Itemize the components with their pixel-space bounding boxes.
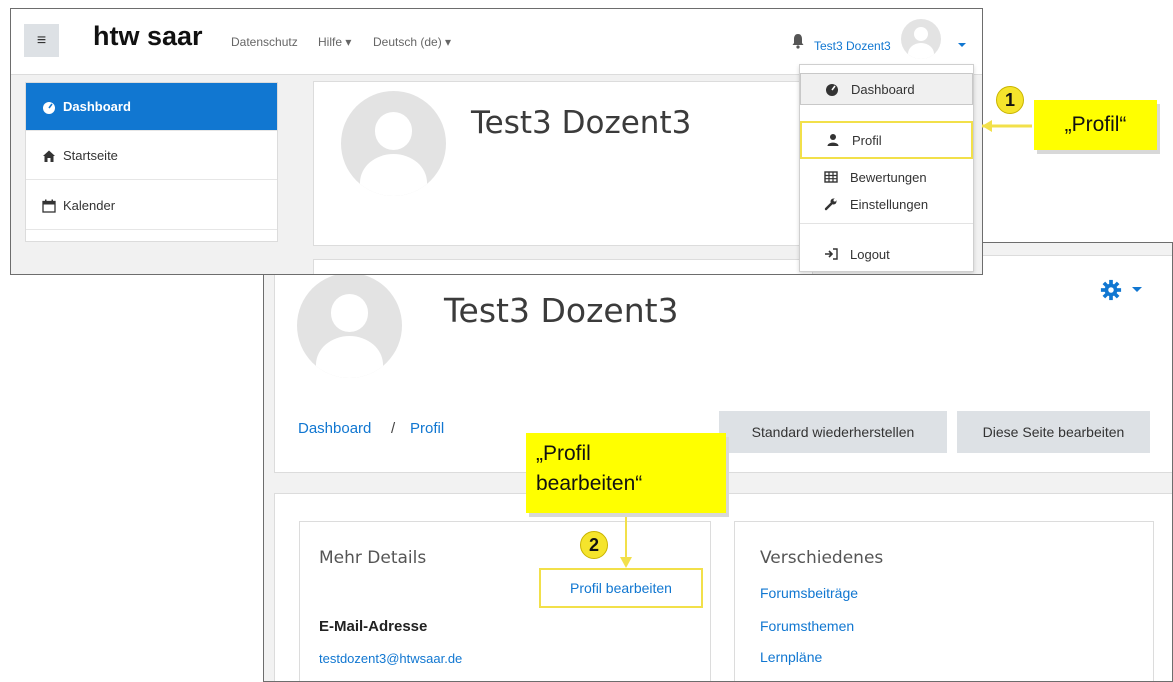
sidebar-item-startseite[interactable]: Startseite bbox=[26, 132, 277, 180]
sidebar-item-label: Startseite bbox=[63, 148, 118, 163]
dashboard-icon bbox=[43, 101, 55, 114]
calendar-icon bbox=[42, 199, 56, 213]
chevron-down-icon[interactable] bbox=[958, 43, 966, 47]
breadcrumb-dashboard[interactable]: Dashboard bbox=[298, 420, 371, 437]
bell-icon[interactable] bbox=[791, 33, 805, 49]
menu-item-einstellungen[interactable]: Einstellungen bbox=[800, 191, 973, 217]
chevron-down-icon[interactable] bbox=[1132, 287, 1142, 292]
callout-line-2: bearbeiten“ bbox=[536, 472, 643, 495]
gear-icon[interactable] bbox=[1100, 279, 1122, 301]
sidebar-item-label: Kalender bbox=[63, 198, 116, 213]
step-2-badge: 2 bbox=[580, 531, 608, 559]
main-card bbox=[313, 259, 813, 274]
home-icon bbox=[43, 150, 55, 162]
brand-logo[interactable]: htw saar bbox=[93, 21, 203, 52]
dashboard-window: ≡ htw saar Datenschutz Hilfe ▾ Deutsch (… bbox=[10, 8, 983, 275]
nav-privacy-link[interactable]: Datenschutz bbox=[231, 35, 298, 49]
main-user-name: Test3 Dozent3 bbox=[471, 105, 692, 141]
sidebar-item-label: Dashboard bbox=[63, 99, 131, 114]
learning-plans-link[interactable]: Lernpläne bbox=[760, 649, 822, 665]
callout-profil: „Profil“ bbox=[1034, 100, 1157, 150]
dashboard-icon bbox=[826, 84, 838, 96]
sidebar-item-dashboard[interactable]: Dashboard bbox=[26, 83, 277, 131]
edit-page-button[interactable]: Diese Seite bearbeiten bbox=[957, 411, 1150, 453]
menu-item-label: Einstellungen bbox=[850, 196, 929, 212]
hamburger-icon[interactable]: ≡ bbox=[24, 24, 59, 57]
breadcrumb-separator: / bbox=[391, 420, 396, 437]
user-icon bbox=[827, 134, 839, 146]
sidebar-item-kalender[interactable]: Kalender bbox=[26, 182, 277, 230]
forum-topics-link[interactable]: Forumsthemen bbox=[760, 618, 854, 634]
misc-title: Verschiedenes bbox=[760, 548, 884, 568]
nav-help-menu[interactable]: Hilfe ▾ bbox=[318, 35, 351, 49]
avatar[interactable] bbox=[901, 19, 941, 59]
forum-posts-link[interactable]: Forumsbeiträge bbox=[760, 585, 858, 601]
menu-item-label: Dashboard bbox=[851, 81, 915, 97]
callout-profil-bearbeiten: „Profil bearbeiten“ bbox=[526, 433, 726, 513]
main-avatar bbox=[341, 91, 446, 196]
grid-icon bbox=[824, 171, 838, 183]
step-1-badge: 1 bbox=[996, 86, 1024, 114]
email-label: E-Mail-Adresse bbox=[319, 618, 428, 635]
menu-item-bewertungen[interactable]: Bewertungen bbox=[800, 164, 973, 190]
menu-item-label: Logout bbox=[850, 246, 890, 262]
menu-divider bbox=[800, 223, 973, 224]
nav-language-menu[interactable]: Deutsch (de) ▾ bbox=[373, 35, 451, 49]
menu-item-label: Profil bbox=[852, 132, 882, 148]
profile-name: Test3 Dozent3 bbox=[444, 291, 679, 330]
callout-line-1: „Profil bbox=[536, 442, 591, 465]
sidebar: Dashboard Startseite Kalender bbox=[25, 82, 278, 242]
edit-profile-link[interactable]: Profil bearbeiten bbox=[539, 568, 703, 608]
reset-default-button[interactable]: Standard wiederherstellen bbox=[719, 411, 947, 453]
menu-item-profil[interactable]: Profil bbox=[800, 121, 973, 159]
wrench-icon bbox=[824, 198, 837, 211]
menu-item-label: Bewertungen bbox=[850, 169, 927, 185]
menu-item-dashboard[interactable]: Dashboard bbox=[800, 73, 973, 105]
user-menu-name[interactable]: Test3 Dozent3 bbox=[814, 39, 891, 53]
profile-avatar bbox=[297, 273, 402, 378]
details-title: Mehr Details bbox=[319, 548, 427, 568]
menu-item-logout[interactable]: Logout bbox=[800, 241, 973, 267]
user-dropdown-menu: Dashboard Profil Bewertungen Einstellung… bbox=[799, 64, 974, 272]
breadcrumb-profil[interactable]: Profil bbox=[410, 420, 444, 437]
email-link[interactable]: testdozent3@htwsaar.de bbox=[319, 651, 462, 666]
logout-icon bbox=[825, 248, 838, 260]
